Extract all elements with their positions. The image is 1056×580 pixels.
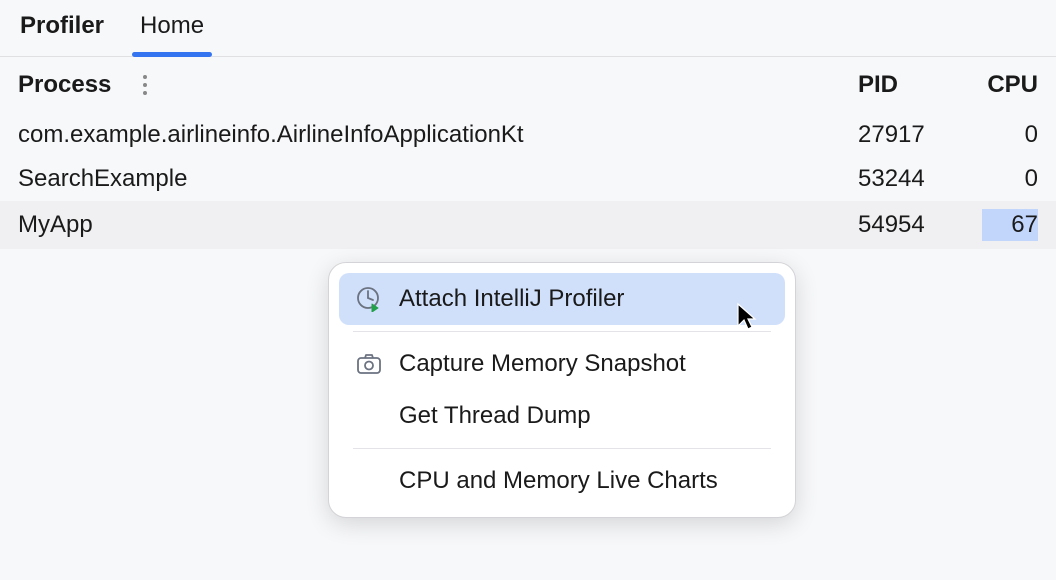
- header-pid: PID: [858, 71, 968, 99]
- process-cpu: 0: [968, 121, 1038, 149]
- menu-capture-snapshot[interactable]: Capture Memory Snapshot: [339, 338, 785, 390]
- menu-separator: [353, 331, 771, 332]
- table-row[interactable]: SearchExample 53244 0: [0, 157, 1056, 201]
- process-name: SearchExample: [18, 165, 858, 193]
- process-name: com.example.airlineinfo.AirlineInfoAppli…: [18, 121, 858, 149]
- menu-item-label: CPU and Memory Live Charts: [399, 467, 718, 495]
- process-cpu: 0: [968, 165, 1038, 193]
- header-cpu: CPU: [968, 71, 1038, 99]
- process-pid: 54954: [858, 211, 968, 239]
- table-row[interactable]: MyApp 54954 67: [0, 201, 1056, 249]
- header-process: Process: [18, 71, 858, 99]
- process-pid: 27917: [858, 121, 968, 149]
- menu-item-label: Get Thread Dump: [399, 402, 591, 430]
- menu-attach-profiler[interactable]: Attach IntelliJ Profiler: [339, 273, 785, 325]
- table-row[interactable]: com.example.airlineinfo.AirlineInfoAppli…: [0, 113, 1056, 157]
- menu-item-label: Attach IntelliJ Profiler: [399, 285, 624, 313]
- tab-profiler[interactable]: Profiler: [20, 12, 104, 56]
- header-process-label: Process: [18, 71, 111, 99]
- menu-separator: [353, 448, 771, 449]
- camera-icon: [355, 350, 383, 378]
- more-options-icon[interactable]: [139, 71, 151, 99]
- menu-live-charts[interactable]: CPU and Memory Live Charts: [339, 455, 785, 507]
- tab-bar: Profiler Home: [0, 0, 1056, 57]
- menu-thread-dump[interactable]: Get Thread Dump: [339, 390, 785, 442]
- profiler-icon: [355, 285, 383, 313]
- tab-home[interactable]: Home: [140, 12, 204, 56]
- table-header: Process PID CPU: [0, 57, 1056, 113]
- process-cpu: 67: [968, 209, 1038, 241]
- context-menu: Attach IntelliJ Profiler Capture Memory …: [328, 262, 796, 518]
- process-name: MyApp: [18, 211, 858, 239]
- menu-item-label: Capture Memory Snapshot: [399, 350, 686, 378]
- process-pid: 53244: [858, 165, 968, 193]
